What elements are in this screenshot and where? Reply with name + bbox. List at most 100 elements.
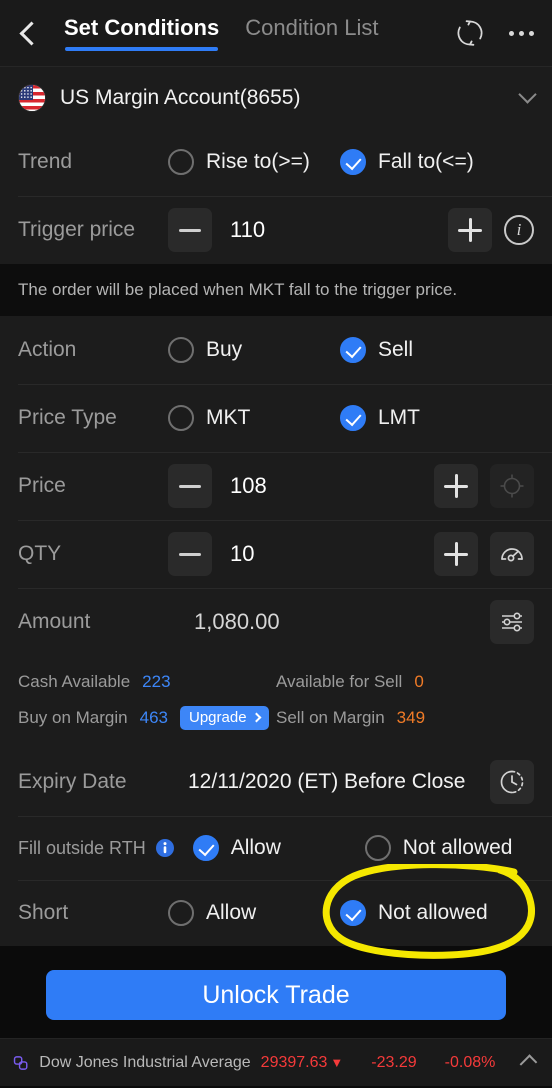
- action-option-buy[interactable]: Buy: [168, 337, 340, 364]
- chevron-right-icon: [251, 712, 261, 723]
- amount-right-controls: [490, 600, 534, 645]
- minus-icon: [179, 228, 201, 232]
- price-type-option-lmt-label: LMT: [378, 406, 420, 430]
- radio-checked-icon: [340, 405, 366, 432]
- qty-gauge-button[interactable]: [490, 532, 534, 577]
- amount-value: 1,080.00: [194, 609, 280, 635]
- fill-outside-rth-option-not-allowed[interactable]: Not allowed: [364, 835, 512, 862]
- action-row: Action Buy Sell: [0, 316, 552, 385]
- amount-settings-button[interactable]: [490, 600, 534, 645]
- cash-available-label: Cash Available: [18, 672, 131, 692]
- expiry-date-row[interactable]: Expiry Date 12/11/2020 (ET) Before Close: [0, 748, 552, 817]
- qty-increment-button[interactable]: [434, 532, 478, 577]
- unlock-trade-button[interactable]: Unlock Trade: [46, 970, 506, 1021]
- radio-checked-icon: [340, 900, 366, 927]
- ticker-price-value: 29397.63: [260, 1053, 328, 1071]
- available-for-sell-cell: Available for Sell 0: [276, 672, 534, 692]
- price-right-controls: [434, 464, 534, 509]
- upgrade-button[interactable]: Upgrade: [180, 706, 269, 731]
- short-option-not-allowed-label: Not allowed: [378, 901, 488, 925]
- trigger-price-value[interactable]: 110: [230, 217, 265, 243]
- tab-condition-list[interactable]: Condition List: [245, 15, 378, 51]
- trend-option-rise-label: Rise to(>=): [206, 150, 310, 173]
- action-option-buy-label: Buy: [206, 338, 243, 362]
- radio-unchecked-icon: [168, 405, 194, 432]
- sell-on-margin-cell: Sell on Margin 349: [276, 706, 534, 730]
- expiry-picker-button[interactable]: [490, 760, 534, 805]
- price-type-option-lmt[interactable]: LMT: [340, 405, 420, 432]
- short-option-allow[interactable]: Allow: [168, 900, 340, 927]
- market-ticker-bar[interactable]: Dow Jones Industrial Average 29397.63 ▼ …: [0, 1038, 552, 1087]
- clock-history-icon: [500, 771, 524, 794]
- trigger-price-label: Trigger price: [18, 218, 136, 241]
- cash-available-value: 223: [142, 672, 171, 692]
- price-target-button[interactable]: [490, 464, 534, 509]
- trend-option-rise[interactable]: Rise to(>=): [168, 149, 340, 175]
- chevron-down-icon: [518, 85, 537, 104]
- tab-set-conditions[interactable]: Set Conditions: [64, 15, 219, 51]
- header-tabs: Set Conditions Condition List: [64, 15, 379, 51]
- price-type-options: MKT LMT: [168, 405, 534, 432]
- radio-unchecked-icon: [168, 149, 194, 175]
- price-label: Price: [18, 474, 66, 498]
- qty-value[interactable]: 10: [230, 541, 254, 567]
- short-row: Short Allow Not allowed: [0, 880, 552, 947]
- back-button[interactable]: [0, 0, 56, 66]
- cash-available-cell: Cash Available 223: [18, 672, 276, 692]
- gauge-icon: [501, 548, 523, 562]
- fill-outside-rth-option-allow-label: Allow: [230, 836, 281, 860]
- buy-on-margin-value: 463: [139, 708, 168, 728]
- ticker-percent-value: -0.08%: [444, 1053, 496, 1071]
- short-label: Short: [18, 901, 69, 925]
- balances-grid: Cash Available 223 Available for Sell 0 …: [18, 672, 534, 731]
- account-selector[interactable]: US Margin Account(8655): [0, 66, 552, 128]
- refresh-icon: [457, 20, 483, 46]
- price-increment-button[interactable]: [434, 464, 478, 509]
- action-options: Buy Sell: [168, 337, 534, 364]
- fill-outside-rth-option-allow[interactable]: Allow: [192, 835, 365, 862]
- cta-container: Unlock Trade: [0, 956, 552, 1039]
- trend-options: Rise to(>=) Fall to(<=): [168, 149, 534, 175]
- short-options: Allow Not allowed: [168, 900, 534, 927]
- minus-icon: [179, 484, 201, 488]
- trigger-price-row: Trigger price 110 i: [0, 196, 552, 264]
- radio-unchecked-icon: [168, 900, 194, 927]
- more-dots-icon: [503, 30, 540, 36]
- short-option-not-allowed[interactable]: Not allowed: [340, 900, 488, 927]
- price-value[interactable]: 108: [230, 473, 267, 499]
- fill-outside-rth-label: Fill outside RTH: [18, 837, 146, 858]
- qty-row: QTY 10: [0, 520, 552, 589]
- expiry-right-controls: [490, 760, 534, 805]
- crosshair-target-icon: [500, 474, 524, 498]
- buy-on-margin-cell: Buy on Margin 463 Upgrade: [18, 706, 276, 731]
- expiry-date-value: 12/11/2020 (ET) Before Close: [188, 770, 466, 794]
- price-decrement-button[interactable]: [168, 464, 212, 509]
- trend-row: Trend Rise to(>=) Fall to(<=): [0, 128, 552, 196]
- refresh-button[interactable]: [455, 18, 485, 48]
- action-option-sell-label: Sell: [378, 338, 414, 362]
- order-hint-text: The order will be placed when MKT fall t…: [0, 264, 552, 317]
- radio-unchecked-icon: [364, 835, 391, 862]
- plus-icon: [444, 542, 468, 567]
- ticker-change-value: -23.29: [371, 1053, 417, 1071]
- radio-checked-icon: [340, 149, 366, 175]
- link-icon: [13, 1056, 28, 1070]
- trend-option-fall[interactable]: Fall to(<=): [340, 149, 474, 175]
- price-type-label: Price Type: [18, 406, 117, 430]
- available-for-sell-label: Available for Sell: [276, 672, 403, 692]
- sell-on-margin-label: Sell on Margin: [276, 708, 385, 728]
- action-option-sell[interactable]: Sell: [340, 337, 414, 364]
- trigger-price-increment-button[interactable]: [448, 208, 492, 252]
- price-type-option-mkt[interactable]: MKT: [168, 405, 340, 432]
- trigger-price-info-button[interactable]: i: [504, 215, 534, 245]
- info-filled-icon[interactable]: [155, 838, 175, 858]
- down-arrow-icon: ▼: [330, 1055, 344, 1071]
- trend-label: Trend: [18, 150, 73, 173]
- more-options-button[interactable]: [503, 30, 540, 36]
- chevron-up-icon[interactable]: [519, 1054, 538, 1072]
- qty-label: QTY: [18, 542, 62, 566]
- qty-decrement-button[interactable]: [168, 532, 212, 577]
- trigger-price-decrement-button[interactable]: [168, 208, 212, 252]
- trend-option-fall-label: Fall to(<=): [378, 150, 474, 173]
- back-chevron-icon: [18, 20, 44, 46]
